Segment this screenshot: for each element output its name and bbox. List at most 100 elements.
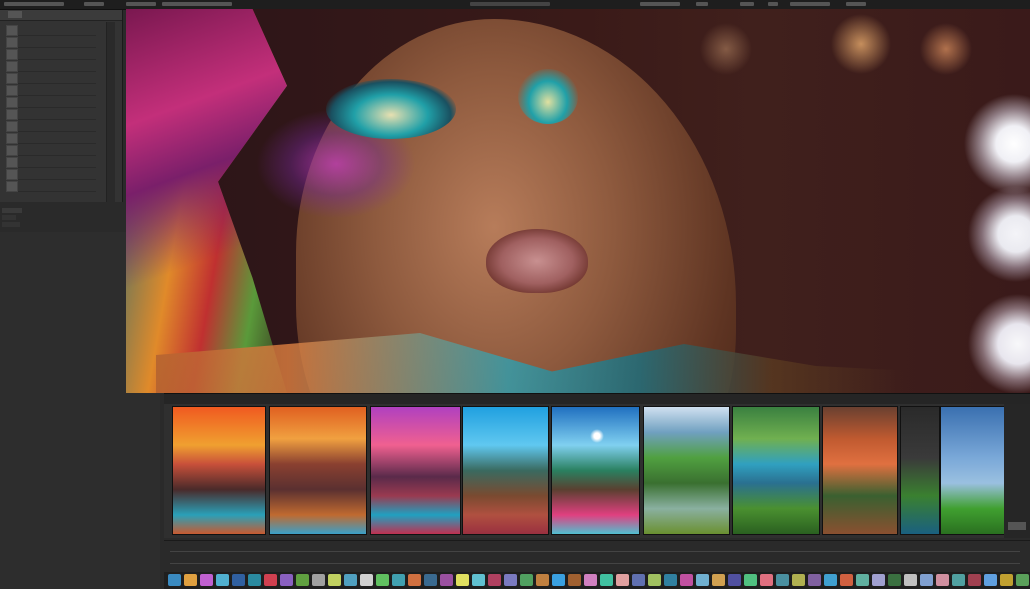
thumbnail-blue-lake-cliffs[interactable] [732,406,820,535]
menu-items-left[interactable] [4,2,64,6]
color-swatch[interactable] [296,574,309,586]
color-swatch[interactable] [952,574,965,586]
layer-row[interactable] [6,144,96,156]
info-line [2,222,20,227]
color-swatch[interactable] [392,574,405,586]
color-swatch[interactable] [216,574,229,586]
menu-item[interactable] [640,2,680,6]
layer-row[interactable] [6,132,96,144]
filmstrip-right-rail [1004,404,1030,538]
image-canvas[interactable] [126,9,1030,393]
layer-row[interactable] [6,180,96,192]
color-swatch[interactable] [808,574,821,586]
layer-row[interactable] [6,48,96,60]
color-swatch[interactable] [328,574,341,586]
color-swatch[interactable] [200,574,213,586]
color-swatch[interactable] [1016,574,1029,586]
color-swatch[interactable] [776,574,789,586]
color-swatch[interactable] [1000,574,1013,586]
color-swatch[interactable] [648,574,661,586]
color-swatch[interactable] [712,574,725,586]
color-swatch[interactable] [360,574,373,586]
color-swatch[interactable] [600,574,613,586]
color-swatch[interactable] [664,574,677,586]
color-swatch[interactable] [824,574,837,586]
layers-tab[interactable] [8,11,22,18]
thumbnail-blue-sky-meadow[interactable] [940,406,1006,535]
color-swatch[interactable] [312,574,325,586]
color-swatch[interactable] [280,574,293,586]
thumbnail-green-river[interactable] [643,406,730,535]
color-swatch[interactable] [344,574,357,586]
timeline-track[interactable] [170,551,1020,552]
layer-row[interactable] [6,168,96,180]
color-swatch[interactable] [792,574,805,586]
color-swatch[interactable] [632,574,645,586]
color-swatch[interactable] [408,574,421,586]
layer-row[interactable] [6,36,96,48]
color-swatch[interactable] [424,574,437,586]
layers-scrollbar[interactable] [106,22,115,202]
color-swatch[interactable] [584,574,597,586]
portrait-lips [486,229,588,293]
menu-item[interactable] [768,2,778,6]
color-swatch[interactable] [728,574,741,586]
thumbnail-dark-grass[interactable] [900,406,940,535]
menu-item[interactable] [84,2,104,6]
color-swatch[interactable] [968,574,981,586]
menu-item[interactable] [162,2,232,6]
layer-row[interactable] [6,156,96,168]
menu-item[interactable] [790,2,830,6]
color-swatch[interactable] [168,574,181,586]
color-swatch[interactable] [440,574,453,586]
menu-item[interactable] [740,2,754,6]
color-swatch[interactable] [904,574,917,586]
layer-row[interactable] [6,108,96,120]
thumbnail-orange-mountains[interactable] [269,406,367,535]
layer-row[interactable] [6,60,96,72]
color-swatch[interactable] [536,574,549,586]
color-swatch[interactable] [504,574,517,586]
color-swatch[interactable] [472,574,485,586]
layer-thumbnail [6,61,18,72]
layer-row[interactable] [6,72,96,84]
color-swatch[interactable] [264,574,277,586]
color-swatch[interactable] [760,574,773,586]
layer-row[interactable] [6,96,96,108]
layer-thumbnail [6,121,18,132]
color-swatch[interactable] [232,574,245,586]
menu-item[interactable] [846,2,866,6]
color-swatch[interactable] [248,574,261,586]
layer-row[interactable] [6,24,96,36]
menu-item[interactable] [126,2,156,6]
layer-row[interactable] [6,84,96,96]
color-swatch[interactable] [568,574,581,586]
color-swatch[interactable] [680,574,693,586]
color-swatch[interactable] [520,574,533,586]
color-swatch[interactable] [376,574,389,586]
color-swatch[interactable] [184,574,197,586]
color-swatch[interactable] [552,574,565,586]
layer-thumbnail [6,133,18,144]
thumbnail-orange-cliff[interactable] [822,406,898,535]
color-swatch[interactable] [936,574,949,586]
thumbnail-sun-burst-valley[interactable] [551,406,640,535]
color-swatch[interactable] [840,574,853,586]
color-swatch[interactable] [872,574,885,586]
color-swatch[interactable] [456,574,469,586]
menu-item[interactable] [696,2,708,6]
color-swatch[interactable] [488,574,501,586]
color-swatch[interactable] [984,574,997,586]
color-swatch[interactable] [696,574,709,586]
filmstrip-button[interactable] [1008,522,1026,530]
thumbnail-sunset-mountain[interactable] [172,406,266,535]
timeline-track[interactable] [170,563,1020,564]
color-swatch[interactable] [616,574,629,586]
color-swatch[interactable] [744,574,757,586]
color-swatch[interactable] [856,574,869,586]
color-swatch[interactable] [920,574,933,586]
color-swatch[interactable] [888,574,901,586]
thumbnail-purple-lake[interactable] [370,406,461,535]
thumbnail-blue-sky-valley[interactable] [462,406,549,535]
layer-row[interactable] [6,120,96,132]
